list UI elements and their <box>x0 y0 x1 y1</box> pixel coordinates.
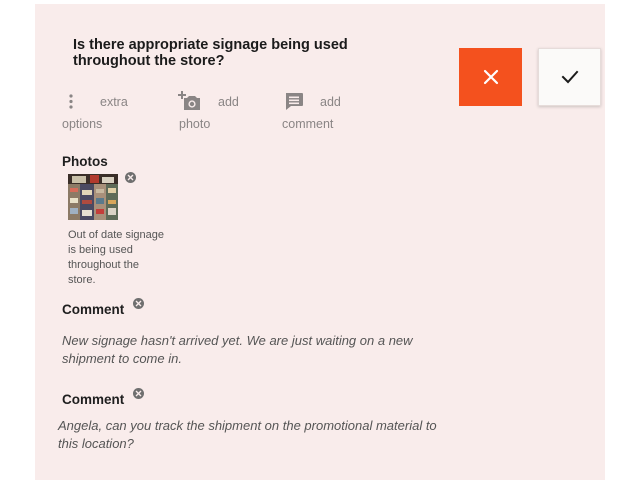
comment-icon <box>286 93 303 110</box>
close-icon <box>135 300 142 307</box>
comment-title: Comment <box>62 392 125 407</box>
accept-button[interactable] <box>538 48 601 106</box>
photo-caption: Out of date signage is being used throug… <box>68 229 165 286</box>
extra-options-button[interactable]: extra options <box>62 92 142 132</box>
remove-photo-button[interactable] <box>125 172 136 183</box>
audit-question-card: Is there appropriate signage being used … <box>35 4 605 480</box>
photos-title: Photos <box>62 154 108 169</box>
close-icon <box>135 390 142 397</box>
add-photo-label-1: add <box>218 95 239 109</box>
check-icon <box>561 70 578 84</box>
remove-comment-button[interactable] <box>133 298 144 309</box>
remove-comment-button[interactable] <box>133 388 144 399</box>
comment-title: Comment <box>62 302 125 317</box>
add-comment-label-1: add <box>320 95 341 109</box>
add-photo-icon <box>178 91 200 110</box>
add-photo-label-2: photo <box>179 117 211 131</box>
add-comment-button[interactable]: add comment <box>282 92 362 132</box>
add-photo-button[interactable]: add photo <box>178 90 253 132</box>
extra-options-label-1: extra <box>100 95 128 109</box>
store-signage-photo <box>68 174 118 220</box>
photo-thumbnail[interactable] <box>68 174 118 220</box>
reject-button[interactable] <box>459 48 522 106</box>
close-icon <box>127 174 134 181</box>
extra-options-label-2: options <box>62 117 103 131</box>
comment-text: Angela, can you track the shipment on th… <box>58 418 437 451</box>
question-text: Is there appropriate signage being used … <box>73 37 348 69</box>
more-vert-icon <box>69 94 73 109</box>
close-icon <box>483 69 498 85</box>
add-comment-label-2: comment <box>282 117 334 131</box>
comment-text: New signage hasn't arrived yet. We are j… <box>62 333 413 366</box>
